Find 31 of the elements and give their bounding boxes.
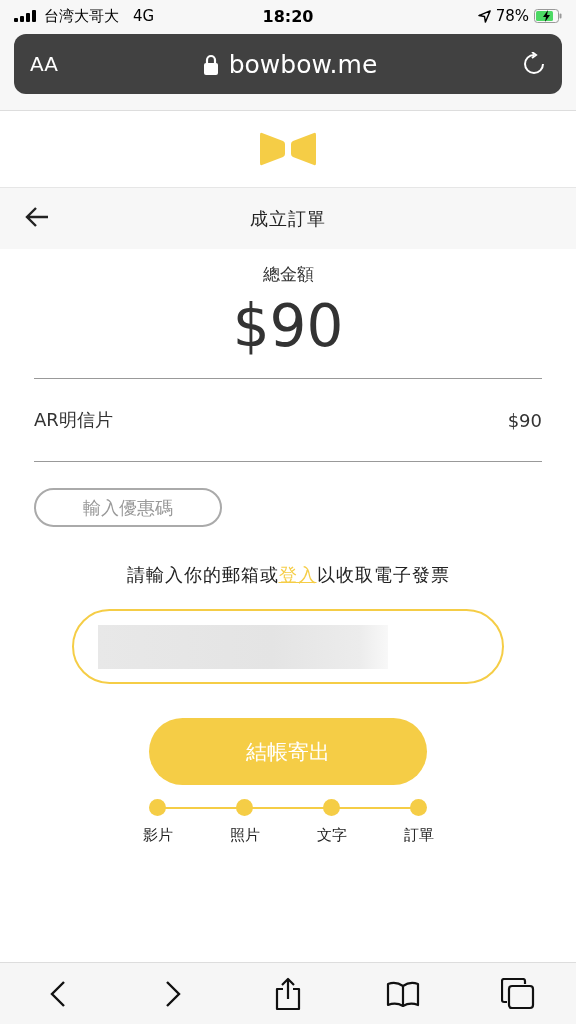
- forward-icon[interactable]: [163, 979, 182, 1008]
- share-icon[interactable]: [274, 976, 302, 1011]
- carrier-name: 台湾大哥大: [44, 6, 119, 26]
- item-name: AR明信片: [34, 408, 113, 432]
- checkout-button[interactable]: 結帳寄出: [149, 718, 427, 785]
- step-label: 影片: [142, 826, 173, 845]
- clock-time: 18:20: [262, 6, 314, 26]
- reload-icon[interactable]: [522, 52, 546, 76]
- battery-charging-icon: [534, 9, 562, 23]
- email-field[interactable]: [72, 609, 504, 684]
- lock-icon: [202, 53, 219, 75]
- total-label: 總金額: [262, 263, 314, 286]
- step-label: 照片: [229, 826, 260, 845]
- step-label: 訂單: [403, 826, 434, 845]
- email-prompt: 請輸入你的郵箱或登入以收取電子發票: [126, 563, 450, 587]
- back-icon[interactable]: [48, 979, 67, 1008]
- page-url[interactable]: bowbow.me: [228, 49, 378, 79]
- tabs-icon[interactable]: [501, 977, 536, 1010]
- location-arrow-icon: [477, 9, 491, 23]
- login-link[interactable]: 登入: [278, 564, 317, 585]
- network-type: 4G: [133, 7, 155, 25]
- signal-icon: [14, 10, 38, 22]
- text-size-button[interactable]: AA: [30, 52, 58, 76]
- total-amount: $90: [232, 292, 344, 360]
- book-icon[interactable]: [386, 980, 421, 1007]
- coupon-button[interactable]: 輸入優惠碼: [34, 488, 222, 527]
- page-title: 成立訂單: [250, 206, 326, 231]
- bowtie-logo: [259, 132, 317, 166]
- battery-percent: 78%: [495, 7, 529, 25]
- item-price: $90: [507, 409, 542, 431]
- step-label: 文字: [316, 826, 347, 845]
